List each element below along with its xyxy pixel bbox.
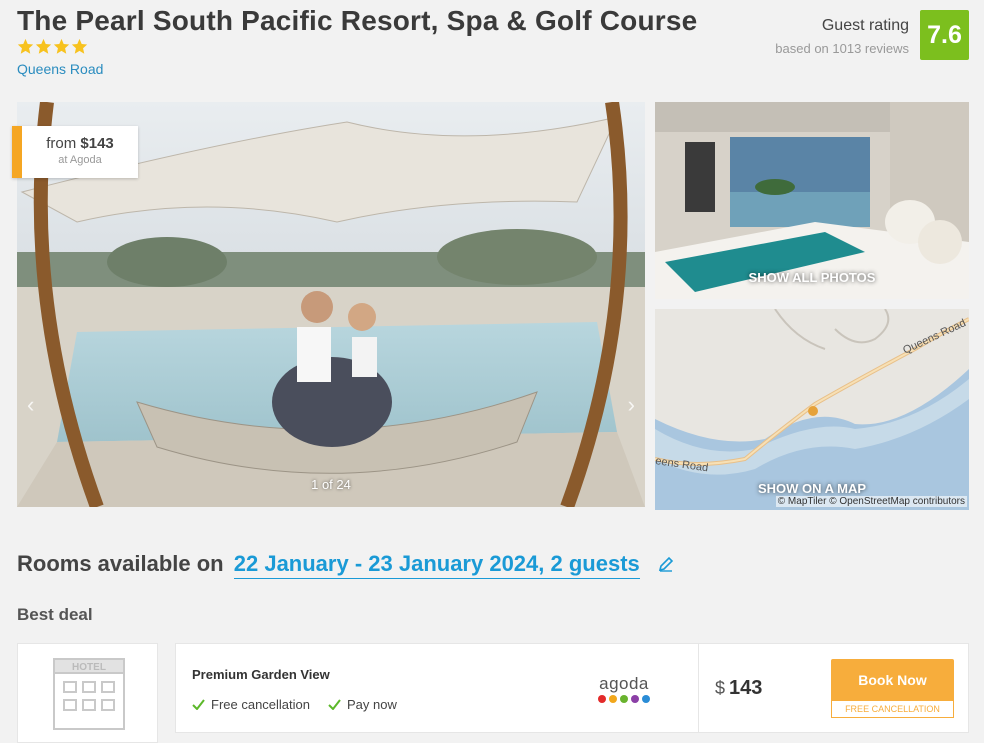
price-from-label: from <box>46 135 77 152</box>
agoda-dots-icon <box>594 695 654 703</box>
rooms-heading-prefix: Rooms available on <box>17 551 224 576</box>
hotel-placeholder-image: HOTEL <box>17 643 158 743</box>
room-name: Premium Garden View <box>192 667 330 682</box>
map-attribution[interactable]: © MapTiler © OpenStreetMap contributors <box>775 496 967 507</box>
rating-score-badge: 7.6 <box>920 10 969 60</box>
feature-label: Free cancellation <box>211 697 310 712</box>
price-value: 143 <box>88 135 114 152</box>
price-source: at Agoda <box>58 154 102 166</box>
feature-item: Pay now <box>328 697 397 712</box>
hotel-building-icon: HOTEL <box>53 658 125 730</box>
show-all-photos-label[interactable]: SHOW ALL PHOTOS <box>655 270 969 285</box>
deal-amount: 143 <box>729 677 763 699</box>
feature-label: Pay now <box>347 697 397 712</box>
rooms-available-heading: Rooms available on 22 January - 23 Janua… <box>17 551 674 579</box>
next-photo-arrow[interactable]: › <box>628 392 635 418</box>
hotel-address-link[interactable]: Queens Road <box>17 61 103 77</box>
book-now-button[interactable]: Book Now <box>831 659 954 700</box>
hotel-title: The Pearl South Pacific Resort, Spa & Go… <box>17 5 698 36</box>
checkmark-icon <box>328 699 341 710</box>
checkmark-icon <box>192 699 205 710</box>
star-icon <box>17 38 34 54</box>
photo-counter: 1 of 24 <box>311 477 351 492</box>
deal-features: Free cancellation Pay now <box>192 697 397 712</box>
best-deal-heading: Best deal <box>17 605 93 624</box>
map-image: Queens Road eens Road <box>655 309 969 510</box>
deal-currency: $ <box>715 678 726 698</box>
star-icon <box>53 38 70 54</box>
review-count: based on 1013 reviews <box>775 41 909 56</box>
price-currency: $ <box>80 135 89 152</box>
star-rating <box>17 38 88 55</box>
star-icon <box>35 38 52 54</box>
deal-price: $143 <box>715 677 762 700</box>
date-guest-selector[interactable]: 22 January - 23 January 2024, 2 guests <box>233 551 640 579</box>
provider-name: agoda <box>599 674 649 693</box>
price-badge[interactable]: from $143 at Agoda <box>12 126 138 178</box>
best-deal-card[interactable]: Premium Garden View Free cancellation Pa… <box>175 643 969 733</box>
guest-rating-label: Guest rating <box>821 17 909 34</box>
hotel-placeholder-text: HOTEL <box>72 662 106 673</box>
free-cancellation-badge: FREE CANCELLATION <box>831 700 954 718</box>
show-on-map-tile[interactable]: Queens Road eens Road SHOW ON A MAP © Ma… <box>655 309 969 510</box>
feature-item: Free cancellation <box>192 697 310 712</box>
card-divider <box>698 644 699 732</box>
show-all-photos-tile[interactable]: SHOW ALL PHOTOS <box>655 102 969 299</box>
star-icon <box>71 38 88 54</box>
pencil-icon[interactable] <box>658 552 674 578</box>
price-from-line: from $143 <box>22 135 138 152</box>
agoda-logo: agoda <box>594 674 654 703</box>
prev-photo-arrow[interactable]: ‹ <box>27 392 34 418</box>
show-on-map-label[interactable]: SHOW ON A MAP <box>655 481 969 496</box>
